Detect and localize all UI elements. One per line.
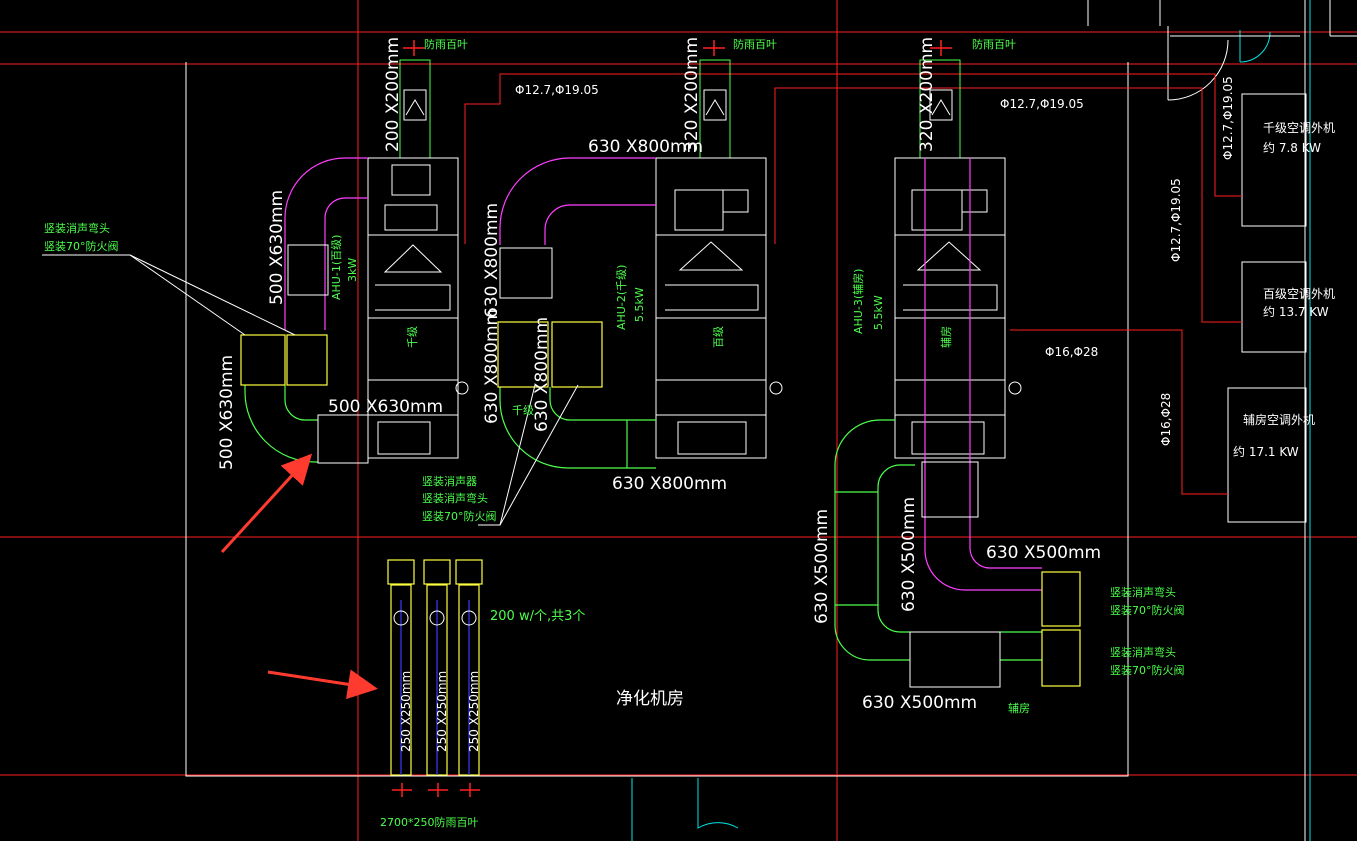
label-fan-note: 200 w/个,共3个 — [490, 609, 585, 624]
label-duct-630x500-right2: 630 X500mm — [862, 693, 977, 713]
ahu-units — [367, 157, 1022, 459]
label-duct-630x800-bottom: 630 X800mm — [612, 474, 727, 494]
label-duct-320x200-2: 320 X200mm — [682, 37, 702, 152]
label-louver-top-2: 防雨百叶 — [733, 37, 777, 51]
label-duct-250x250-3: 250 X250mm — [467, 671, 481, 752]
label-duct-630x800-top: 630 X800mm — [588, 137, 703, 157]
label-outdoor3-title: 辅房空调外机 — [1243, 412, 1315, 427]
label-outdoor2-title: 百级空调外机 — [1263, 287, 1335, 301]
label-pipe-top-2: Φ12.7,Φ19.05 — [1000, 97, 1084, 111]
label-outdoor2-kw: 约 13.7 KW — [1263, 304, 1329, 319]
supply-ducts — [244, 385, 1042, 661]
axis-grid — [0, 0, 1357, 841]
label-note-right-b1: 竖装消声弯头 — [1110, 645, 1176, 659]
label-duct-630x500-v2: 630 X500mm — [899, 497, 919, 612]
label-pipe-v1: Φ12.7,Φ19.05 — [1221, 76, 1235, 160]
label-note-right-b2: 竖装70°防火阀 — [1110, 663, 1185, 677]
walls — [185, 0, 1357, 841]
label-note-mid-tag: 千级 — [512, 404, 534, 417]
label-duct-500x630-a: 500 X630mm — [267, 190, 287, 305]
label-aux-tag: 辅房 — [1008, 701, 1030, 715]
label-unit3-tag: 辅房 — [939, 326, 953, 348]
label-ahu2: AHU-2(千级) — [615, 265, 628, 330]
label-pipe-mid: Φ16,Φ28 — [1045, 345, 1098, 359]
label-ahu2-kw: 5.5kW — [633, 287, 646, 322]
label-note-right-a2: 竖装70°防火阀 — [1110, 603, 1185, 617]
label-pipe-v2: Φ12.7,Φ19.05 — [1169, 178, 1183, 262]
label-note-mid-3: 竖装70°防火阀 — [422, 509, 497, 523]
label-pipe-v3: Φ16,Φ28 — [1159, 393, 1173, 446]
label-unit1-tag: 千级 — [406, 326, 419, 348]
label-room-name: 净化机房 — [616, 689, 684, 709]
label-duct-630x800-v3: 630 X800mm — [532, 317, 552, 432]
label-outdoor3-kw: 约 17.1 KW — [1233, 444, 1299, 459]
label-duct-250x250-2: 250 X250mm — [435, 671, 449, 752]
label-louver-bottom: 2700*250防雨百叶 — [380, 815, 479, 829]
top-louvers — [403, 40, 953, 121]
fans — [393, 610, 477, 626]
label-duct-500x630-b: 500 X630mm — [217, 355, 237, 470]
label-duct-200x200-1: 200 X200mm — [383, 37, 403, 152]
label-ahu1-kw: 3kW — [346, 258, 359, 282]
label-duct-500x630-c: 500 X630mm — [328, 397, 443, 417]
bottom-louvers — [392, 783, 480, 797]
label-note-left-2: 竖装70°防火阀 — [44, 239, 119, 253]
annotation-arrows — [220, 453, 378, 700]
label-duct-630x800-v1: 630 X800mm — [482, 203, 502, 318]
label-duct-630x800-v2: 630 X800mm — [482, 309, 502, 424]
label-duct-250x250-1: 250 X250mm — [399, 671, 413, 752]
label-louver-top-1: 防雨百叶 — [424, 37, 468, 51]
cad-drawing-canvas: 防雨百叶 防雨百叶 防雨百叶 Φ12.7,Φ19.05 Φ12.7,Φ19.05… — [0, 0, 1357, 841]
label-note-mid-2: 竖装消声弯头 — [422, 491, 488, 505]
label-louver-top-3: 防雨百叶 — [972, 37, 1016, 51]
label-unit2-tag: 百级 — [712, 326, 725, 348]
label-outdoor1-title: 千级空调外机 — [1263, 121, 1335, 135]
return-ducts — [284, 157, 1042, 591]
label-pipe-top-1: Φ12.7,Φ19.05 — [515, 83, 599, 97]
label-note-right-a1: 竖装消声弯头 — [1110, 585, 1176, 599]
label-ahu3: AHU-3(辅房) — [851, 269, 865, 334]
label-duct-630x500-right1: 630 X500mm — [986, 543, 1101, 563]
label-note-mid-1: 竖装消声器 — [422, 474, 477, 488]
cyan-details — [631, 0, 1311, 841]
label-ahu1: AHU-1(百级) — [330, 235, 343, 300]
label-duct-320x200-3: 320 X200mm — [917, 37, 937, 152]
label-ahu3-kw: 5.5kW — [872, 295, 885, 330]
label-duct-630x500-v1: 630 X500mm — [812, 509, 832, 624]
label-outdoor1-kw: 约 7.8 KW — [1263, 140, 1321, 155]
label-note-left-1: 竖装消声弯头 — [44, 221, 110, 235]
